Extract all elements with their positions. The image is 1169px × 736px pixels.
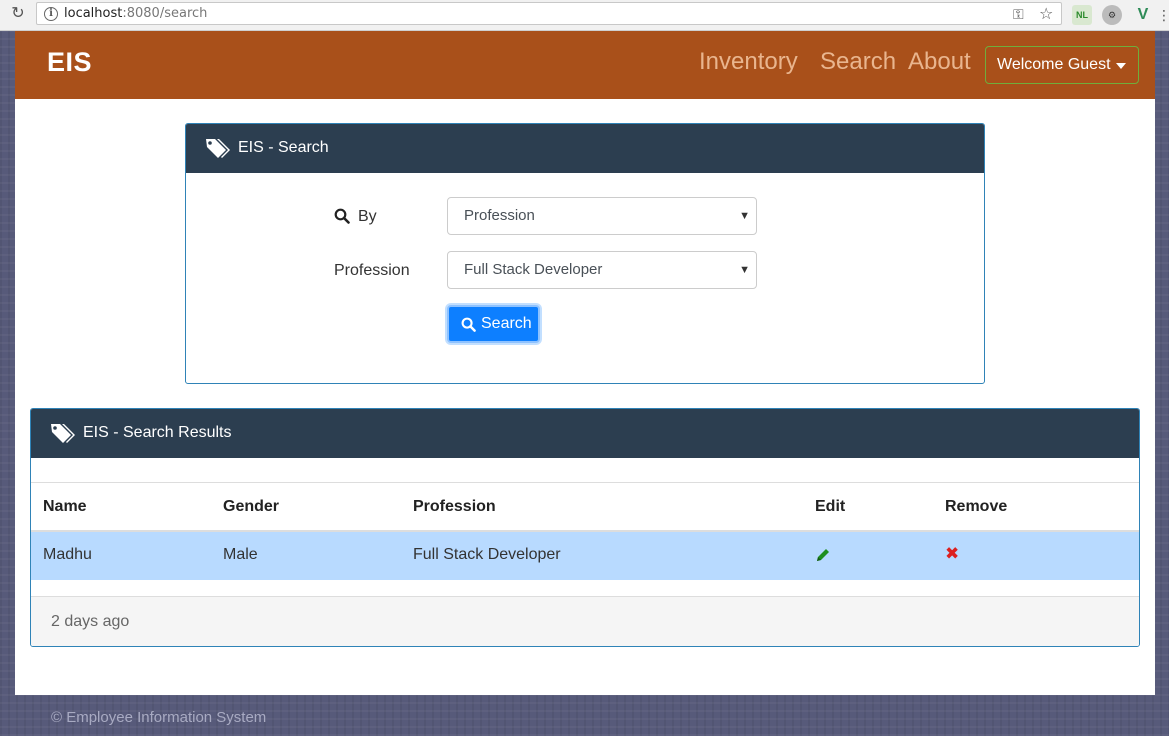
pencil-edit-icon[interactable]: [816, 548, 830, 562]
nav-about[interactable]: About: [908, 48, 971, 76]
cell-profession: Full Stack Developer: [413, 546, 561, 563]
column-header-name[interactable]: Name: [43, 498, 87, 516]
nav-inventory[interactable]: Inventory: [699, 48, 798, 76]
browser-toolbar: ↻ i localhost:8080/search ⚿ ☆ NL ⚙ V ⋮: [0, 0, 1169, 31]
extension-icon[interactable]: NL: [1072, 5, 1092, 25]
column-header-gender[interactable]: Gender: [223, 498, 279, 516]
search-button-label: Search: [481, 315, 532, 332]
dropdown-arrow-icon: ▼: [739, 210, 750, 222]
nav-search[interactable]: Search: [820, 48, 896, 76]
table-header-row: Name Gender Profession Edit Remove: [31, 482, 1139, 532]
results-panel-footer: 2 days ago: [31, 596, 1139, 646]
search-by-value: Profession: [464, 207, 535, 224]
search-panel-title: EIS - Search: [238, 139, 329, 156]
user-dropdown-button[interactable]: Welcome Guest: [985, 46, 1139, 84]
column-header-remove: Remove: [945, 498, 1008, 515]
address-bar[interactable]: i localhost:8080/search ⚿ ☆: [36, 2, 1062, 25]
profession-select[interactable]: Full Stack Developer ▼: [447, 251, 757, 289]
results-panel-header: EIS - Search Results: [31, 409, 1139, 458]
table-row[interactable]: Madhu Male Full Stack Developer ✖: [31, 532, 1139, 580]
tags-icon: [51, 424, 75, 443]
reload-icon[interactable]: ↻: [9, 5, 27, 23]
bookmark-star-icon[interactable]: ☆: [1039, 4, 1053, 24]
results-table: Name Gender Profession Edit Remove Madhu…: [31, 482, 1139, 580]
results-panel: EIS - Search Results Name Gender Profess…: [30, 408, 1140, 647]
profession-value: Full Stack Developer: [464, 261, 603, 278]
remove-x-icon[interactable]: ✖: [945, 544, 959, 564]
key-icon[interactable]: ⚿: [1013, 6, 1024, 23]
search-panel-header: EIS - Search: [186, 124, 984, 173]
search-by-select[interactable]: Profession ▼: [447, 197, 757, 235]
search-icon: [334, 208, 350, 224]
cell-name: Madhu: [43, 546, 92, 563]
navbar: EIS Inventory Search About Welcome Guest: [15, 31, 1155, 99]
extension-icon[interactable]: ⚙: [1102, 5, 1122, 25]
vue-devtools-icon[interactable]: V: [1133, 5, 1153, 25]
brand-logo[interactable]: EIS: [47, 47, 92, 78]
tags-icon: [206, 139, 230, 158]
site-footer: © Employee Information System: [51, 709, 267, 726]
url-text[interactable]: localhost:8080/search: [64, 6, 207, 21]
column-header-edit: Edit: [815, 498, 846, 515]
caret-down-icon: [1116, 63, 1126, 69]
dropdown-arrow-icon: ▼: [739, 264, 750, 276]
page: EIS Inventory Search About Welcome Guest…: [15, 31, 1155, 695]
search-icon: [461, 317, 476, 332]
menu-icon[interactable]: ⋮: [1157, 5, 1169, 25]
user-dropdown-label: Welcome Guest: [997, 56, 1111, 73]
results-panel-title: EIS - Search Results: [83, 424, 232, 441]
cell-gender: Male: [223, 546, 258, 563]
info-icon[interactable]: i: [44, 7, 58, 21]
by-label: By: [358, 208, 377, 225]
search-panel: EIS - Search By Profession ▼ Profession …: [185, 123, 985, 384]
profession-label: Profession: [334, 262, 410, 279]
last-updated-text: 2 days ago: [51, 613, 130, 630]
search-button[interactable]: Search: [447, 305, 540, 343]
column-header-profession[interactable]: Profession: [413, 498, 496, 516]
